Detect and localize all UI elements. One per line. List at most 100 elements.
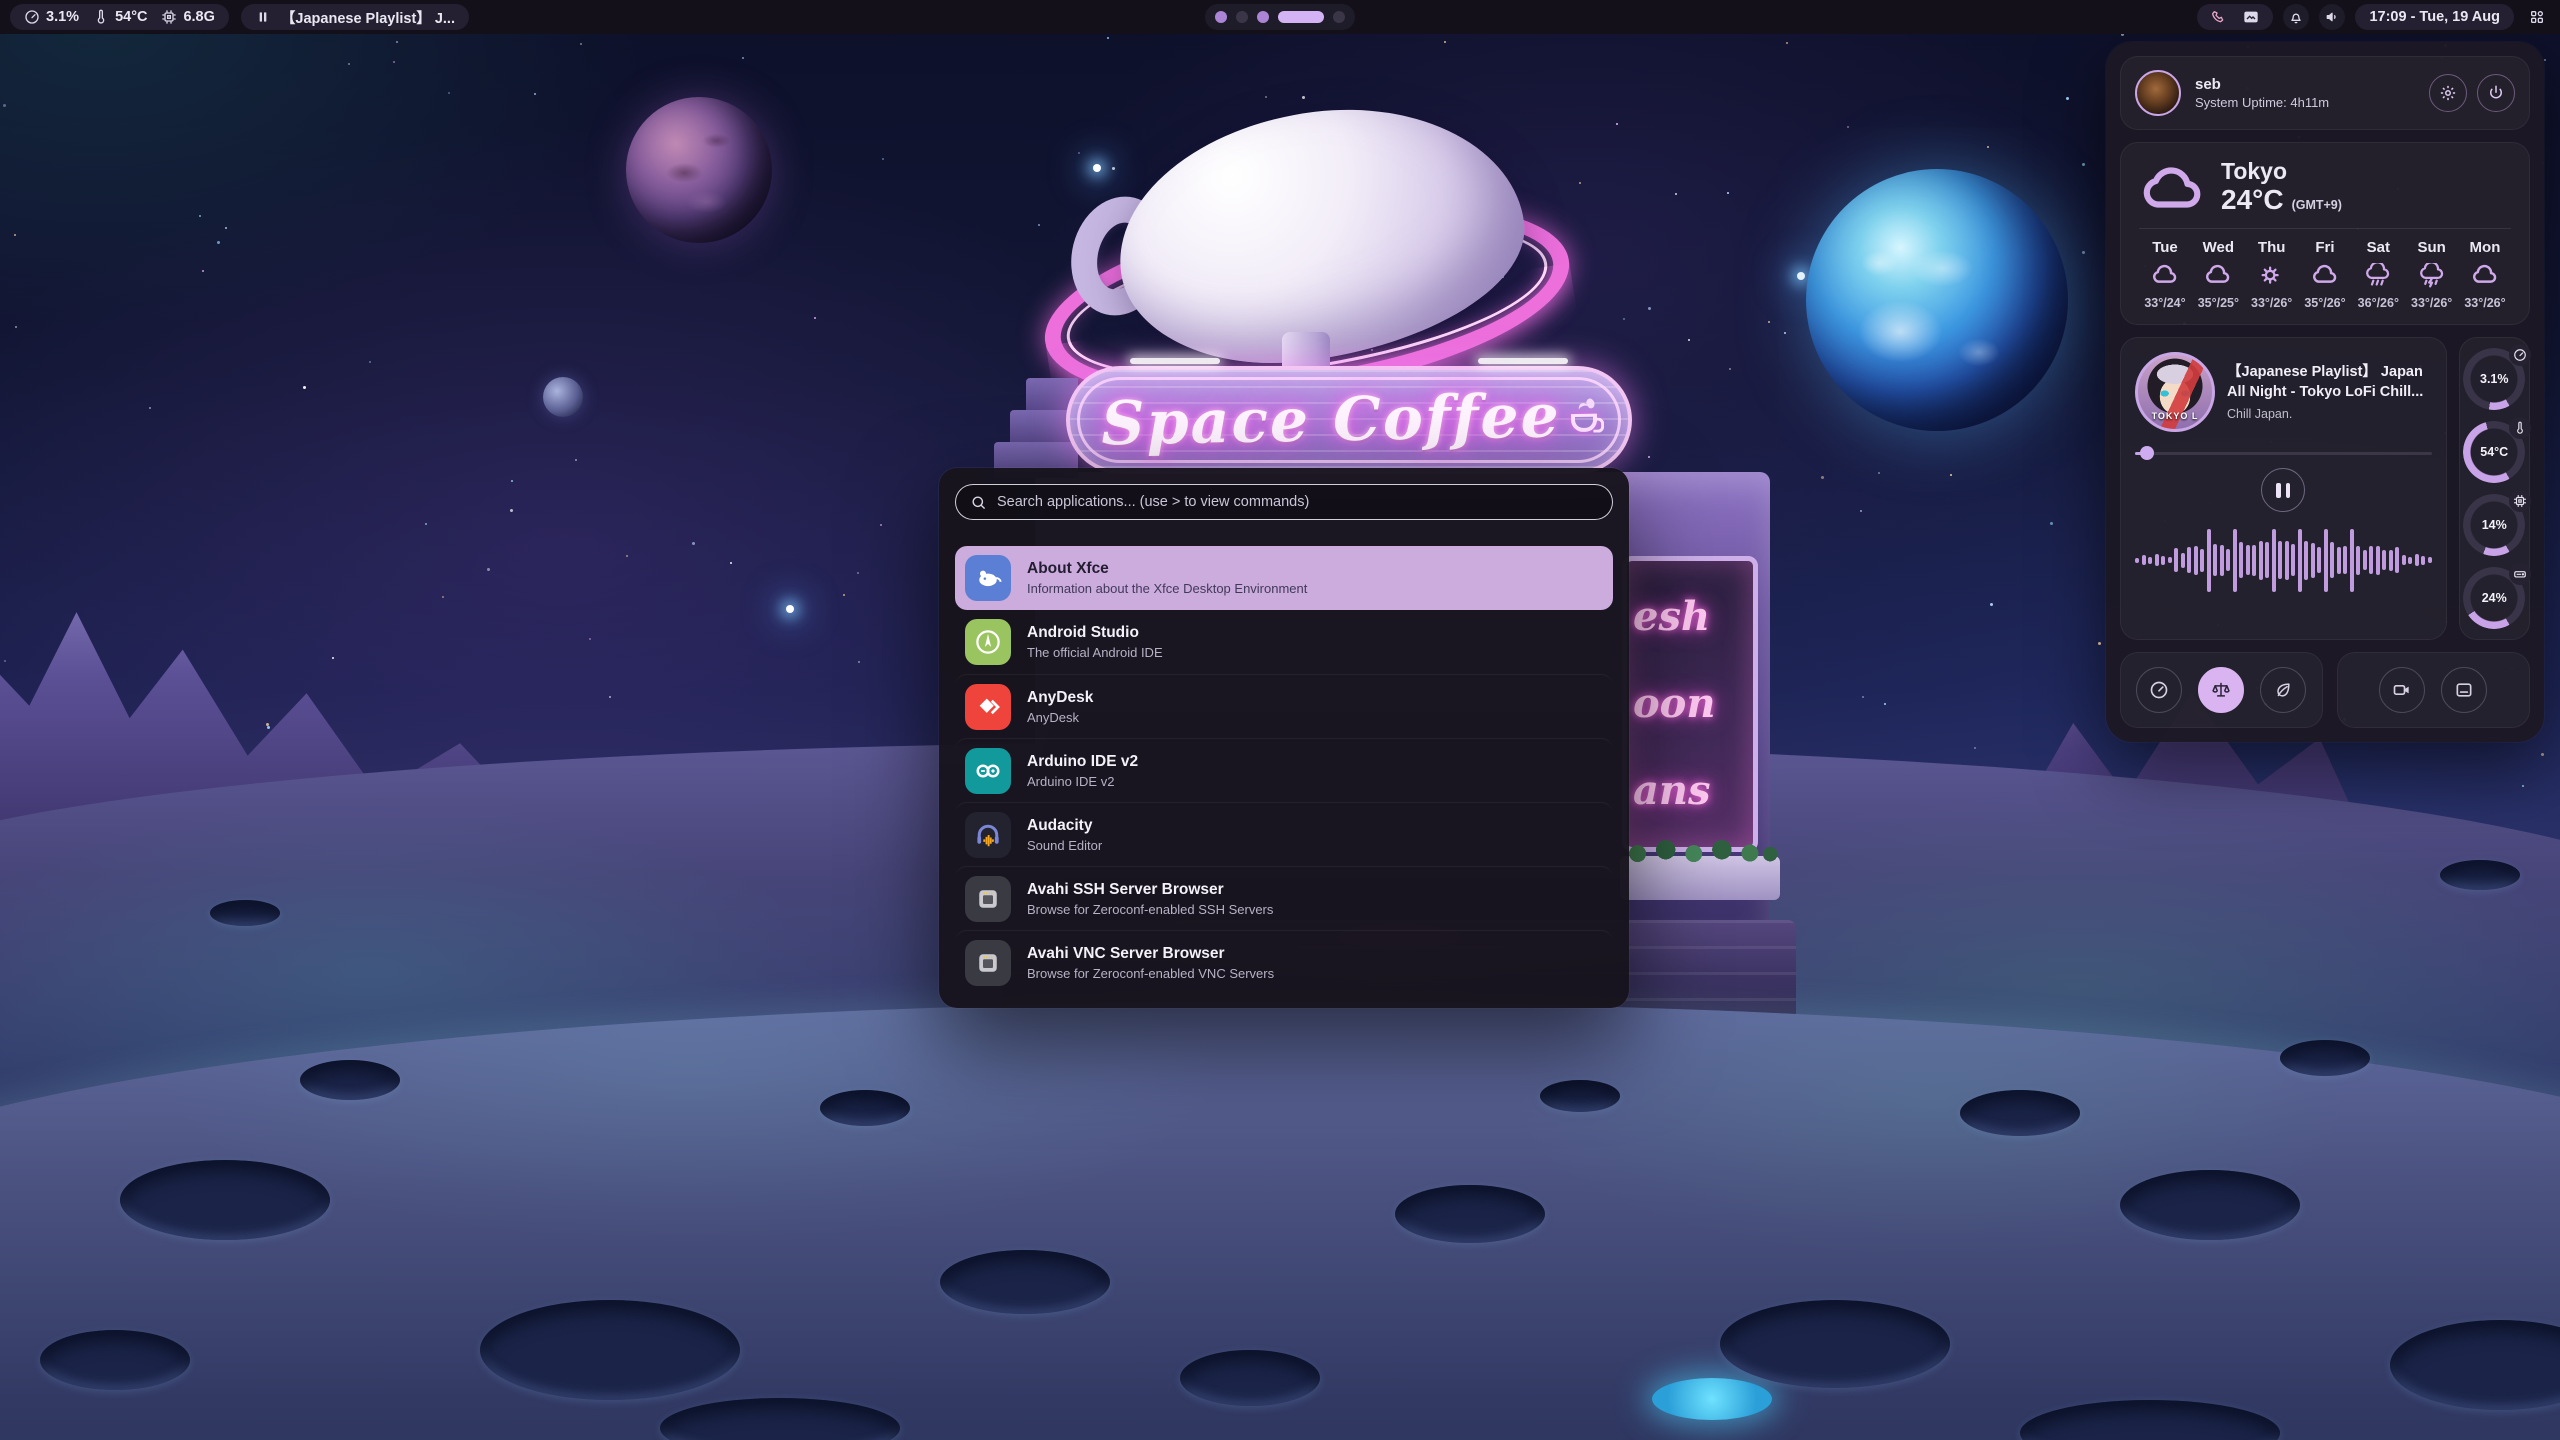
- weather-current: Tokyo 24°C (GMT+9): [2139, 159, 2511, 216]
- neon-fragment: ans: [1633, 771, 1747, 811]
- cpu-gauge: 3.1%: [2463, 348, 2525, 410]
- app-description: Arduino IDE v2: [1027, 774, 1138, 789]
- temperature-gauge: 54°C: [2463, 421, 2525, 483]
- pause-icon: [255, 9, 271, 25]
- video-camera-icon: [2392, 680, 2412, 700]
- pause-button[interactable]: [2261, 468, 2305, 512]
- system-uptime: System Uptime: 4h11m: [2195, 95, 2329, 110]
- app-description: The official Android IDE: [1027, 645, 1163, 660]
- search-box[interactable]: [955, 484, 1613, 520]
- seek-track: [2135, 452, 2432, 455]
- app-row-android-studio[interactable]: Android Studio The official Android IDE: [955, 610, 1613, 674]
- app-row-avahi-ssh[interactable]: Avahi SSH Server Browser Browse for Zero…: [955, 866, 1613, 930]
- screenshot-button[interactable]: [2441, 667, 2487, 713]
- phone-icon[interactable]: [2211, 9, 2227, 25]
- search-input[interactable]: [997, 494, 1598, 510]
- network-port-icon: [965, 940, 1011, 986]
- arduino-icon: [965, 748, 1011, 794]
- xfce-mouse-icon: [965, 555, 1011, 601]
- volume-icon[interactable]: [2319, 4, 2345, 30]
- app-row-about-xfce[interactable]: About Xfce Information about the Xfce De…: [955, 546, 1613, 610]
- top-bar: 3.1% 54°C 6.8G 【Japanese Playlist】 J...: [0, 0, 2560, 34]
- app-description: Browse for Zeroconf-enabled VNC Servers: [1027, 966, 1274, 981]
- tray-pill: [2197, 4, 2273, 30]
- wallpaper-icon[interactable]: [2243, 9, 2259, 25]
- audacity-icon: [965, 812, 1011, 858]
- weather-city: Tokyo: [2221, 159, 2342, 184]
- forecast-day: Mon 33°/26°: [2459, 239, 2511, 310]
- power-button[interactable]: [2477, 74, 2515, 112]
- network-port-icon: [965, 876, 1011, 922]
- cloud-icon: [2310, 263, 2340, 289]
- memory-gauge: 14%: [2463, 494, 2525, 556]
- active-window-pill[interactable]: 【Japanese Playlist】 J...: [241, 4, 469, 30]
- sign-text: Space Coffee: [1069, 365, 1629, 475]
- workspace-dot-2[interactable]: [1236, 11, 1248, 23]
- top-bar-right: 17:09 - Tue, 19 Aug: [2197, 4, 2550, 30]
- app-grid-icon[interactable]: [2524, 4, 2550, 30]
- seek-bar[interactable]: [2135, 446, 2432, 460]
- android-studio-icon: [965, 619, 1011, 665]
- speedometer-icon: [24, 9, 40, 25]
- app-row-audacity[interactable]: Audacity Sound Editor: [955, 802, 1613, 866]
- balanced-mode-button[interactable]: [2198, 667, 2244, 713]
- app-description: Browse for Zeroconf-enabled SSH Servers: [1027, 902, 1273, 917]
- power-icon: [2487, 84, 2505, 102]
- screen-record-button[interactable]: [2379, 667, 2425, 713]
- weather-timezone: (GMT+9): [2292, 198, 2342, 212]
- thermometer-icon: [93, 9, 109, 25]
- capture-actions: [2337, 652, 2530, 728]
- image-icon: [2454, 680, 2474, 700]
- shop-hedge: [1620, 856, 1780, 900]
- seek-handle[interactable]: [2140, 446, 2154, 460]
- workspace-dot-3[interactable]: [1257, 11, 1269, 23]
- cpu-value: 3.1%: [46, 9, 79, 25]
- speedometer-icon: [2509, 344, 2531, 366]
- performance-mode-button[interactable]: [2136, 667, 2182, 713]
- space-coffee-sign: Space Coffee: [1066, 366, 1632, 474]
- shop-neon-window: esh oon ans: [1622, 556, 1758, 852]
- clock-pill[interactable]: 17:09 - Tue, 19 Aug: [2355, 4, 2514, 30]
- chip-icon: [161, 9, 177, 25]
- mem-stat: 6.8G: [161, 9, 214, 25]
- waveform-visualizer: [2135, 522, 2432, 598]
- avatar[interactable]: [2135, 70, 2181, 116]
- app-row-anydesk[interactable]: AnyDesk AnyDesk: [955, 674, 1613, 738]
- app-row-avahi-vnc[interactable]: Avahi VNC Server Browser Browse for Zero…: [955, 930, 1613, 994]
- media-player-widget: TOKYO L 【Japanese Playlist】 Japan All Ni…: [2120, 337, 2447, 640]
- moon-foreground: [0, 1002, 2560, 1440]
- forecast-day: Wed 35°/25°: [2192, 239, 2244, 310]
- sign-lights: [1130, 358, 1568, 364]
- app-description: AnyDesk: [1027, 710, 1093, 725]
- mode-switcher: [2120, 652, 2323, 728]
- system-stats-pill: 3.1% 54°C 6.8G: [10, 4, 229, 30]
- thermometer-icon: [2509, 417, 2531, 439]
- leaf-icon: [2273, 680, 2293, 700]
- scales-icon: [2211, 680, 2231, 700]
- workspace-indicator[interactable]: [1205, 4, 1355, 30]
- storm-cloud-icon: [2417, 263, 2447, 289]
- app-list: About Xfce Information about the Xfce De…: [955, 546, 1613, 994]
- forecast-day: Sat 36°/26°: [2352, 239, 2404, 310]
- anydesk-icon: [965, 684, 1011, 730]
- neon-fragment: esh: [1633, 597, 1747, 637]
- coffee-cup-icon: [1571, 414, 1597, 432]
- app-name: Avahi VNC Server Browser: [1027, 945, 1274, 963]
- active-window-title: 【Japanese Playlist】 J...: [281, 7, 455, 28]
- settings-button[interactable]: [2429, 74, 2467, 112]
- app-row-arduino[interactable]: Arduino IDE v2 Arduino IDE v2: [955, 738, 1613, 802]
- user-card: seb System Uptime: 4h11m: [2120, 56, 2530, 130]
- workspace-dot-5[interactable]: [1333, 11, 1345, 23]
- app-name: Avahi SSH Server Browser: [1027, 881, 1273, 899]
- notifications-bell-icon[interactable]: [2283, 4, 2309, 30]
- app-name: Audacity: [1027, 817, 1102, 835]
- app-name: About Xfce: [1027, 560, 1307, 578]
- powersave-mode-button[interactable]: [2260, 667, 2306, 713]
- dashboard-panel: seb System Uptime: 4h11m Tokyo: [2106, 42, 2544, 742]
- mem-value: 6.8G: [183, 9, 214, 25]
- cpu-stat: 3.1%: [24, 9, 79, 25]
- workspace-dot-1[interactable]: [1215, 11, 1227, 23]
- workspace-dot-4-active[interactable]: [1278, 11, 1324, 23]
- app-description: Information about the Xfce Desktop Envir…: [1027, 581, 1307, 596]
- weather-forecast: Tue 33°/24° Wed 35°/25° Thu 33°/26° Fri: [2139, 239, 2511, 310]
